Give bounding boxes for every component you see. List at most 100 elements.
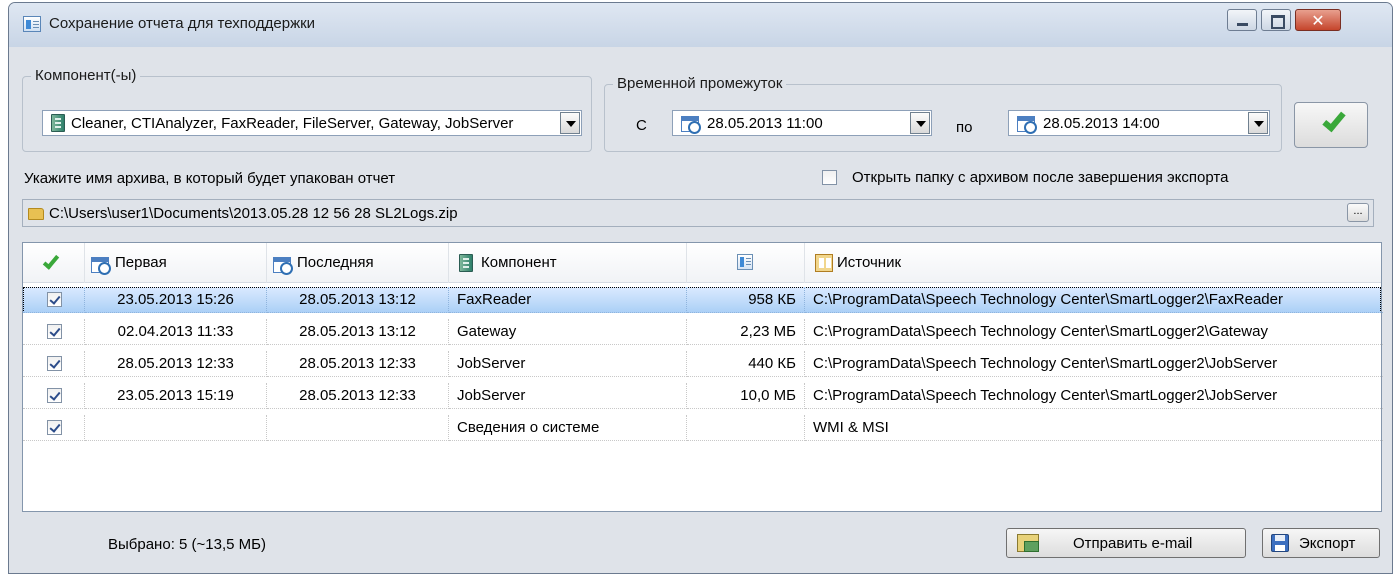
- export-button[interactable]: Экспорт: [1262, 528, 1380, 558]
- row-checkbox[interactable]: [47, 324, 62, 339]
- archive-path-value: C:\Users\user1\Documents\2013.05.28 12 5…: [49, 205, 458, 222]
- cell-source-text: C:\ProgramData\Speech Technology Center\…: [813, 291, 1283, 308]
- cell-component-text: Сведения о системе: [457, 419, 600, 436]
- to-label: по: [956, 119, 973, 136]
- cell-source-text: C:\ProgramData\Speech Technology Center\…: [813, 387, 1278, 404]
- to-datetime-picker[interactable]: 28.05.2013 14:00: [1008, 110, 1270, 136]
- component-icon: [51, 114, 65, 132]
- export-label: Экспорт: [1299, 535, 1356, 552]
- row-check-cell[interactable]: [23, 351, 85, 377]
- cell-first-text: 23.05.2013 15:26: [117, 291, 234, 308]
- close-button[interactable]: ✕: [1295, 9, 1341, 31]
- cell-size-text: 10,0 МБ: [740, 387, 796, 404]
- cell-size: 440 КБ: [687, 351, 805, 377]
- minimize-button[interactable]: [1227, 9, 1257, 31]
- title-bar[interactable]: Сохранение отчета для техподдержки ✕: [9, 3, 1392, 47]
- cell-size-text: 958 КБ: [748, 291, 796, 308]
- calendar-icon: [273, 257, 293, 275]
- cell-last: 28.05.2013 12:33: [267, 351, 449, 377]
- column-header-last-label: Последняя: [297, 254, 374, 271]
- column-header-source[interactable]: Источник: [805, 243, 1383, 283]
- apply-filter-button[interactable]: [1294, 102, 1368, 148]
- column-header-check[interactable]: [23, 243, 85, 283]
- cell-first-text: 28.05.2013 12:33: [117, 355, 234, 372]
- cell-component: JobServer: [449, 383, 687, 409]
- column-header-size[interactable]: [687, 243, 805, 283]
- from-datetime-value: 28.05.2013 11:00: [707, 115, 823, 132]
- components-combobox[interactable]: Cleaner, CTIAnalyzer, FaxReader, FileSer…: [42, 110, 582, 136]
- cell-component-text: JobServer: [457, 355, 526, 372]
- cell-first: 23.05.2013 15:19: [85, 383, 267, 409]
- cell-source: C:\ProgramData\Speech Technology Center\…: [805, 319, 1383, 345]
- row-checkbox[interactable]: [47, 356, 62, 371]
- to-datetime-value: 28.05.2013 14:00: [1043, 115, 1160, 132]
- close-icon: ✕: [1311, 13, 1325, 30]
- from-datetime-picker[interactable]: 28.05.2013 11:00: [672, 110, 932, 136]
- cell-first-text: 02.04.2013 11:33: [117, 323, 234, 340]
- calendar-icon: [1017, 116, 1037, 134]
- window-title: Сохранение отчета для техподдержки: [49, 15, 316, 32]
- open-folder-checkbox[interactable]: [822, 170, 837, 185]
- component-icon: [459, 254, 473, 272]
- send-email-button[interactable]: Отправить e-mail: [1006, 528, 1246, 558]
- cell-source-text: WMI & MSI: [813, 419, 889, 436]
- cell-component: Сведения о системе: [449, 415, 687, 441]
- table-row[interactable]: 23.05.2013 15:26 28.05.2013 13:12 FaxReade…: [23, 287, 1383, 313]
- column-header-first-label: Первая: [115, 254, 167, 271]
- cell-component: Gateway: [449, 319, 687, 345]
- row-checkbox[interactable]: [47, 292, 62, 307]
- table-header: Первая Последняя Компонент Источник: [23, 243, 1381, 283]
- column-header-last[interactable]: Последняя: [267, 243, 449, 283]
- cell-first: [85, 415, 267, 441]
- cell-last-text: 28.05.2013 12:33: [299, 355, 416, 372]
- chevron-down-icon[interactable]: [560, 112, 580, 134]
- column-header-component[interactable]: Компонент: [449, 243, 687, 283]
- time-range-legend: Временной промежуток: [613, 75, 787, 92]
- row-check-cell[interactable]: [23, 287, 85, 313]
- components-legend: Компонент(-ы): [31, 67, 141, 84]
- checkmark-icon: [1322, 107, 1346, 133]
- report-window-icon: [23, 16, 41, 32]
- save-icon: [1271, 534, 1289, 552]
- cell-last: 28.05.2013 13:12: [267, 287, 449, 313]
- browse-button[interactable]: ...: [1347, 203, 1369, 222]
- logs-table: Первая Последняя Компонент Источник 23.0…: [22, 242, 1383, 512]
- table-row[interactable]: 23.05.2013 15:19 28.05.2013 12:33 JobServe…: [23, 383, 1383, 409]
- row-check-cell[interactable]: [23, 383, 85, 409]
- cell-first: 28.05.2013 12:33: [85, 351, 267, 377]
- checkmark-icon: [42, 252, 60, 270]
- cell-component: FaxReader: [449, 287, 687, 313]
- row-checkbox[interactable]: [47, 388, 62, 403]
- open-folder-label[interactable]: Открыть папку с архивом после завершения…: [852, 169, 1228, 186]
- maximize-button[interactable]: [1261, 9, 1291, 31]
- cell-source: C:\ProgramData\Speech Technology Center\…: [805, 351, 1383, 377]
- cell-source-text: C:\ProgramData\Speech Technology Center\…: [813, 323, 1268, 340]
- cell-last: 28.05.2013 13:12: [267, 319, 449, 345]
- archive-name-label: Укажите имя архива, в который будет упак…: [24, 170, 396, 187]
- cell-source: C:\ProgramData\Speech Technology Center\…: [805, 383, 1383, 409]
- row-check-cell[interactable]: [23, 319, 85, 345]
- cell-component-text: Gateway: [457, 323, 517, 340]
- selection-summary: Выбрано: 5 (~13,5 МБ): [108, 536, 266, 553]
- table-row[interactable]: Сведения о системе WMI & MSI: [23, 415, 1383, 441]
- table-row[interactable]: 02.04.2013 11:33 28.05.2013 13:12 Gateway 2…: [23, 319, 1383, 345]
- row-check-cell[interactable]: [23, 415, 85, 441]
- cell-size: 10,0 МБ: [687, 383, 805, 409]
- cell-last: [267, 415, 449, 441]
- cell-last-text: 28.05.2013 12:33: [299, 387, 416, 404]
- cell-first: 02.04.2013 11:33: [85, 319, 267, 345]
- cell-component-text: FaxReader: [457, 291, 532, 308]
- calendar-icon: [681, 116, 701, 134]
- archive-path-field[interactable]: C:\Users\user1\Documents\2013.05.28 12 5…: [22, 199, 1374, 227]
- cell-last-text: 28.05.2013 13:12: [299, 323, 416, 340]
- table-row[interactable]: 28.05.2013 12:33 28.05.2013 12:33 JobServe…: [23, 351, 1383, 377]
- chevron-down-icon[interactable]: [1248, 112, 1268, 134]
- cell-size: 2,23 МБ: [687, 319, 805, 345]
- cell-source: WMI & MSI: [805, 415, 1383, 441]
- cell-size: 958 КБ: [687, 287, 805, 313]
- row-checkbox[interactable]: [47, 420, 62, 435]
- column-header-first[interactable]: Первая: [85, 243, 267, 283]
- chevron-down-icon[interactable]: [910, 112, 930, 134]
- calendar-icon: [91, 257, 111, 275]
- cell-component-text: JobServer: [457, 387, 526, 404]
